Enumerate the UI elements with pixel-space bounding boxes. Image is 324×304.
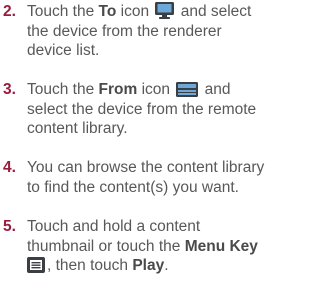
menu-key-icon: [27, 257, 45, 279]
step-number: 4.: [3, 159, 16, 176]
instruction-list: 2. Touch the To icon and select the devi…: [0, 0, 324, 304]
menu-key-label: Menu Key: [184, 237, 258, 255]
step-text: Touch the From icon and select the devic…: [27, 81, 257, 137]
from-label: From: [98, 81, 138, 98]
step-text: Touch and hold a content thumbnail or to…: [27, 217, 324, 276]
step-number: 3.: [3, 81, 16, 98]
step-number: 2.: [3, 3, 16, 20]
play-label: Play: [132, 257, 165, 274]
step-number: 5.: [3, 218, 16, 235]
step-text: Touch the To icon and select the device …: [27, 2, 252, 59]
to-label: To: [98, 3, 117, 20]
step-text: You can browse the content library to fi…: [27, 159, 265, 196]
